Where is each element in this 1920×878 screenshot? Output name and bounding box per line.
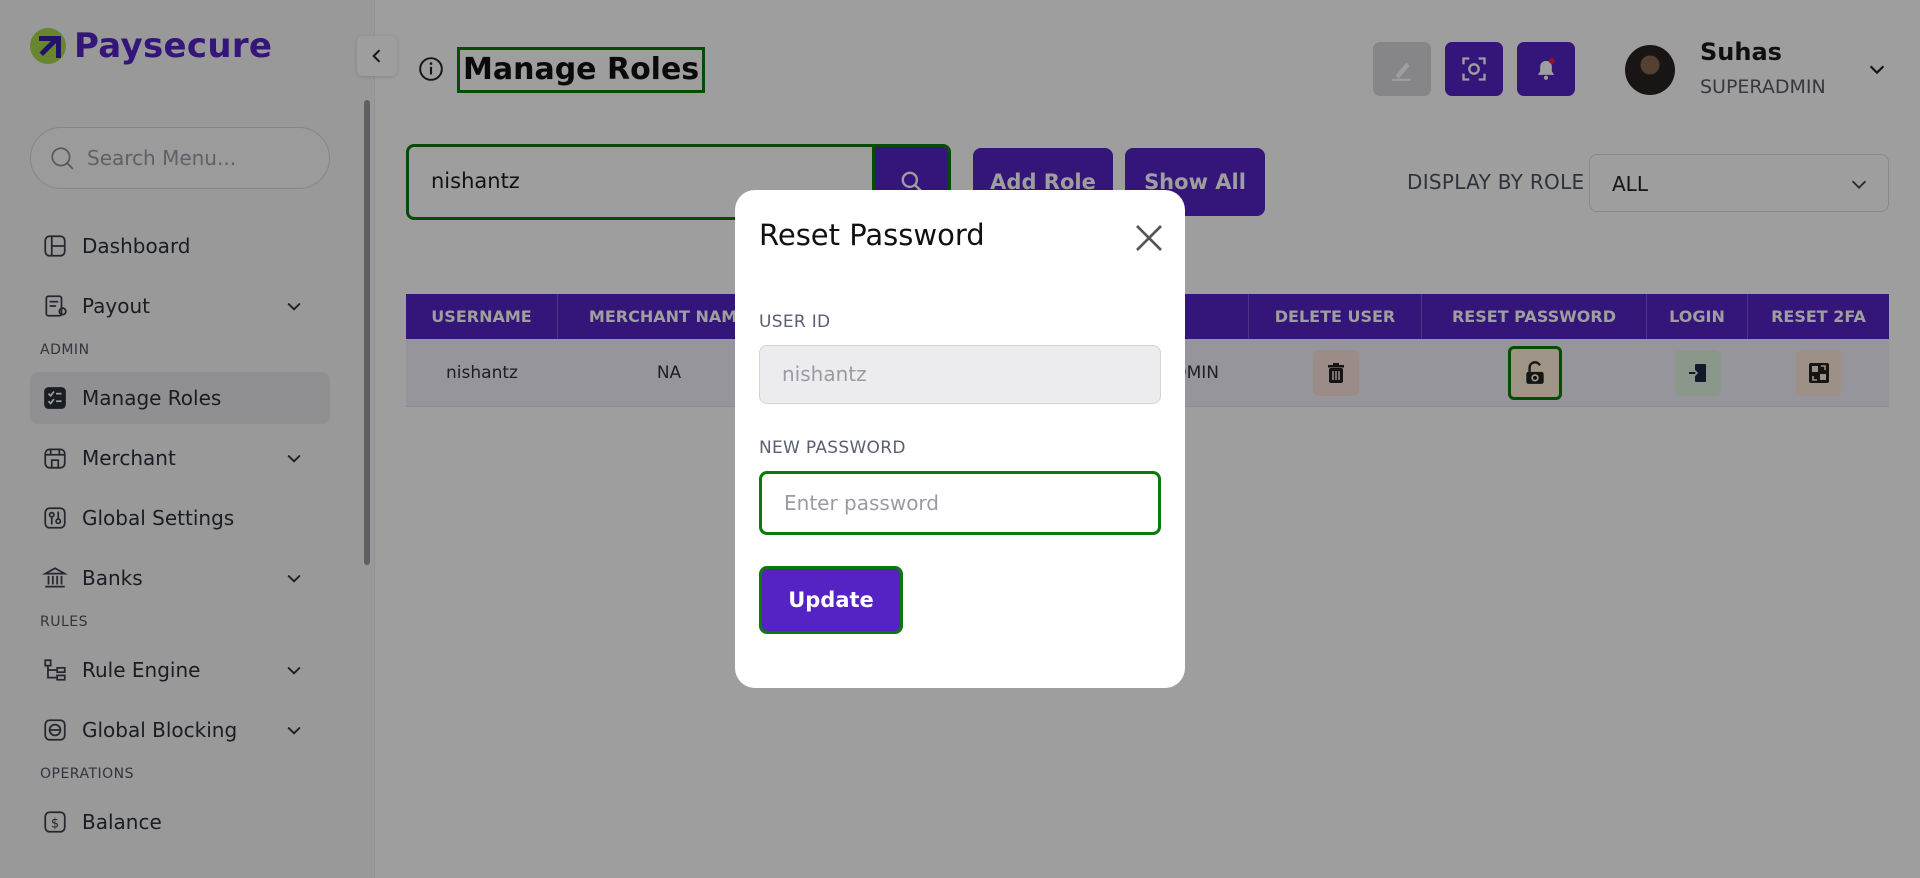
reset-password-modal: Reset Password USER ID nishantz NEW PASS… — [735, 190, 1185, 688]
close-icon[interactable] — [1133, 222, 1165, 254]
update-button[interactable]: Update — [759, 566, 903, 634]
new-password-field[interactable]: Enter password — [759, 471, 1161, 535]
modal-title: Reset Password — [759, 218, 985, 252]
new-password-label: NEW PASSWORD — [759, 438, 906, 458]
user-id-label: USER ID — [759, 312, 831, 332]
user-id-field: nishantz — [759, 345, 1161, 404]
